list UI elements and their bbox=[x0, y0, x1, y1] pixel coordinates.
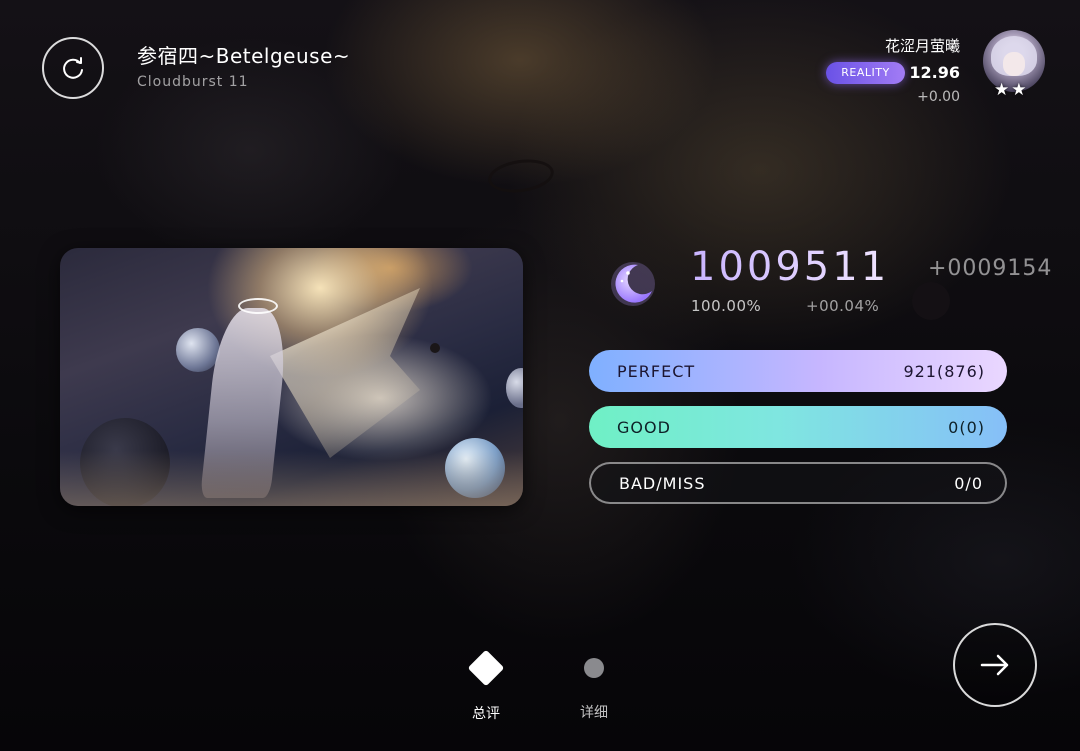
song-illustration bbox=[60, 248, 523, 506]
bad-miss-row: BAD/MISS 0/0 bbox=[589, 462, 1007, 504]
accuracy-delta: +00.04% bbox=[806, 297, 880, 315]
tab-detail[interactable]: 详细 bbox=[564, 648, 624, 722]
score-value: 1009511 bbox=[690, 244, 890, 290]
retry-icon bbox=[63, 57, 83, 79]
song-difficulty: Cloudburst 11 bbox=[137, 74, 249, 90]
song-title: 参宿四~Betelgeuse~ bbox=[137, 44, 351, 68]
next-button[interactable] bbox=[953, 623, 1037, 707]
rks-delta: +0.00 bbox=[917, 89, 960, 105]
perfect-row: PERFECT 921(876) bbox=[589, 350, 1007, 392]
rks-value: 12.96 bbox=[909, 63, 960, 82]
tab-detail-label: 详细 bbox=[580, 705, 608, 721]
good-count: 0(0) bbox=[948, 417, 985, 437]
dot-icon bbox=[584, 658, 604, 678]
crescent-moon-icon bbox=[611, 262, 655, 306]
score-delta: +0009154 bbox=[928, 256, 1053, 281]
perfect-count: 921(876) bbox=[903, 361, 985, 381]
bad-miss-count: 0/0 bbox=[954, 473, 983, 493]
background-halo bbox=[486, 155, 556, 197]
background-orb bbox=[912, 282, 950, 320]
tab-overview[interactable]: 总评 bbox=[456, 648, 516, 723]
good-label: GOOD bbox=[617, 417, 671, 437]
tab-overview-label: 总评 bbox=[472, 706, 500, 722]
retry-button[interactable] bbox=[42, 37, 104, 99]
accuracy-value: 100.00% bbox=[691, 297, 762, 315]
player-name: 花涩月萤曦 bbox=[884, 37, 960, 55]
good-row: GOOD 0(0) bbox=[589, 406, 1007, 448]
diamond-icon bbox=[467, 649, 505, 687]
rank-badge: REALITY bbox=[826, 62, 905, 84]
arrow-right-icon bbox=[980, 654, 1009, 676]
bad-miss-label: BAD/MISS bbox=[619, 473, 706, 493]
player-stars: ★★ bbox=[994, 80, 1029, 100]
perfect-label: PERFECT bbox=[617, 361, 696, 381]
